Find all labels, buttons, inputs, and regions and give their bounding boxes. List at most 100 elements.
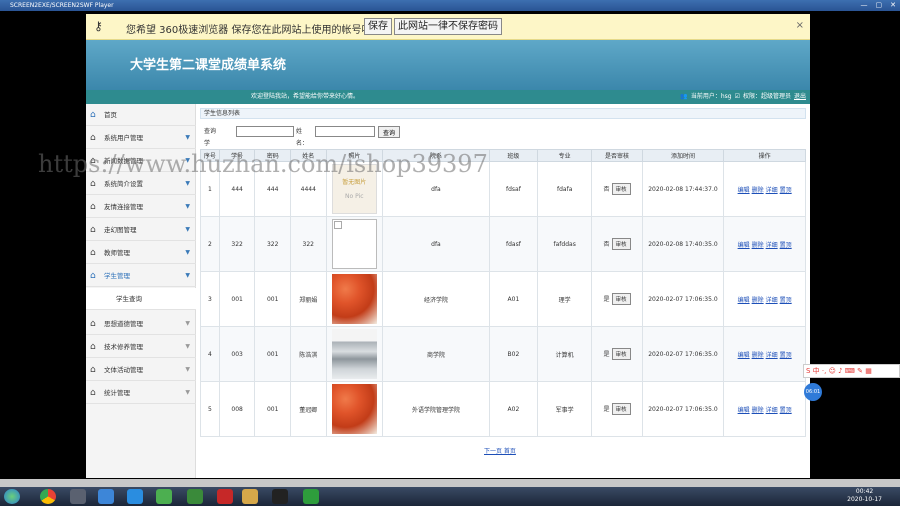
table-cell-xuehao: 001	[218, 271, 256, 327]
browser-page: ⚷ 您希望 360极速浏览器 保存您在此网站上使用的帐号吗? 保存 此网站一律不…	[86, 14, 810, 478]
detail-link[interactable]: 详细	[766, 187, 778, 194]
edit-link[interactable]: 编辑	[738, 297, 750, 304]
pin-link[interactable]: 置顶	[780, 352, 792, 359]
edit-link[interactable]: 编辑	[738, 407, 750, 414]
app-icon[interactable]	[70, 489, 86, 504]
folder-icon[interactable]	[242, 489, 258, 504]
pin-link[interactable]: 置顶	[780, 407, 792, 414]
pin-link[interactable]: 置顶	[780, 297, 792, 304]
audit-button[interactable]: 审核	[611, 293, 631, 305]
minimize-button[interactable]: —	[861, 0, 868, 11]
sidebar-item-skills[interactable]: ⌂ 技术修养管理 ▼	[86, 336, 196, 358]
current-user: 当前用户：hsg	[690, 93, 732, 100]
player-status-line	[0, 479, 900, 487]
app-icon[interactable]	[98, 489, 114, 504]
ime-toolbar[interactable]: S 中 ·, ☺ ♪ ⌨ ✎ ▦	[803, 364, 900, 378]
column-header: 是否审核	[591, 149, 643, 162]
window-titlebar: SCREEN2EXE/SCREEN2SWF Player — ▢ ✕	[0, 0, 900, 11]
column-header: 姓名	[289, 149, 327, 162]
sidebar-item-student-query[interactable]: 学生查询	[86, 288, 196, 310]
house-icon: ⌂	[90, 271, 96, 281]
audit-cell: 是审核	[591, 271, 643, 327]
player-icon[interactable]	[303, 489, 319, 504]
delete-link[interactable]: 删除	[752, 352, 764, 359]
maximize-button[interactable]: ▢	[876, 0, 883, 11]
student-photo	[331, 274, 377, 324]
edit-link[interactable]: 编辑	[738, 242, 750, 249]
sidebar-item-intro[interactable]: ⌂ 系统简介设置 ▼	[86, 173, 196, 195]
column-header: 序号	[200, 149, 220, 162]
sidebar-item-students[interactable]: ⌂ 学生管理 ▼	[86, 265, 196, 287]
chevron-down-icon: ▼	[185, 134, 190, 141]
table-cell-major: 军事学	[536, 381, 593, 437]
delete-link[interactable]: 删除	[752, 187, 764, 194]
edit-link[interactable]: 编辑	[738, 352, 750, 359]
audit-button[interactable]: 审核	[611, 348, 631, 360]
table-cell-no: 2	[200, 216, 220, 272]
column-header: 添加时间	[641, 149, 725, 162]
save-button[interactable]: 保存	[364, 18, 392, 35]
tray-clock[interactable]: 00:42 2020-10-17	[847, 488, 882, 504]
sidebar-item-stats[interactable]: ⌂ 统计管理 ▼	[86, 382, 196, 404]
xuehao-input[interactable]	[236, 126, 294, 137]
house-icon: ⌂	[90, 388, 96, 398]
logout-link[interactable]: 退出	[794, 90, 806, 104]
current-role: 权限：超级管理员	[742, 93, 791, 100]
qq-icon[interactable]	[272, 489, 288, 504]
table-cell-xuehao: 322	[218, 216, 256, 272]
user-icon: 👥	[680, 93, 688, 100]
browser-icon[interactable]	[127, 489, 143, 504]
chevron-down-icon: ▼	[185, 343, 190, 350]
chevron-down-icon: ▼	[185, 249, 190, 256]
start-button[interactable]	[4, 489, 20, 504]
detail-link[interactable]: 详细	[766, 242, 778, 249]
table-cell-no: 3	[200, 271, 220, 327]
sidebar-item-users[interactable]: ⌂ 系统用户管理 ▼	[86, 127, 196, 149]
sidebar-item-links[interactable]: ⌂ 友情连接管理 ▼	[86, 196, 196, 218]
sidebar-item-morality[interactable]: ⌂ 思想道德管理 ▼	[86, 313, 196, 335]
never-save-button[interactable]: 此网站一律不保存密码	[394, 18, 502, 35]
sidebar-item-teachers[interactable]: ⌂ 教师管理 ▼	[86, 242, 196, 264]
user-bar: 欢迎登陆我站，希望能给你带来好心情。 👥 当前用户：hsg ☑ 权限：超级管理员…	[86, 90, 810, 104]
audit-button[interactable]: 审核	[611, 403, 631, 415]
flash-icon[interactable]	[217, 489, 233, 504]
close-button[interactable]: ✕	[890, 0, 896, 11]
audit-status: 否	[603, 241, 610, 248]
table-cell-dept: 经济学院	[382, 271, 490, 327]
taskbar: 00:42 2020-10-17	[0, 487, 900, 506]
sidebar-item-home[interactable]: ⌂ 首页	[86, 104, 196, 126]
sidebar-item-slides[interactable]: ⌂ 走幻图管理 ▼	[86, 219, 196, 241]
home-icon: ⌂	[90, 110, 96, 120]
name-label: 姓名：	[296, 128, 309, 147]
audit-button[interactable]: 审核	[611, 238, 631, 250]
pin-link[interactable]: 置顶	[780, 242, 792, 249]
chevron-down-icon: ▼	[185, 272, 190, 279]
chrome-icon[interactable]	[40, 489, 56, 504]
delete-link[interactable]: 删除	[752, 297, 764, 304]
audit-status: 是	[603, 406, 610, 413]
table-cell-time: 2020-02-07 17:06:35.0	[641, 271, 725, 327]
pin-link[interactable]: 置顶	[780, 187, 792, 194]
column-header: 密码	[254, 149, 291, 162]
table-cell-major: fafddas	[536, 216, 593, 272]
delete-link[interactable]: 删除	[752, 242, 764, 249]
app-icon[interactable]	[156, 489, 172, 504]
sidebar-item-activities[interactable]: ⌂ 文体活动管理 ▼	[86, 359, 196, 381]
detail-link[interactable]: 详细	[766, 407, 778, 414]
welcome-text: 欢迎登陆我站，希望能给你带来好心情。	[251, 93, 360, 100]
tray-time: 00:42	[855, 488, 874, 495]
audit-cell: 否审核	[591, 216, 643, 272]
edit-link[interactable]: 编辑	[738, 187, 750, 194]
search-button[interactable]: 查询	[378, 126, 400, 138]
app-icon[interactable]	[187, 489, 203, 504]
detail-link[interactable]: 详细	[766, 352, 778, 359]
close-icon[interactable]: ×	[796, 20, 804, 31]
name-input[interactable]	[315, 126, 375, 137]
audit-button[interactable]: 审核	[611, 183, 631, 195]
table-cell-cls: fdsaf	[488, 161, 538, 217]
delete-link[interactable]: 删除	[752, 407, 764, 414]
pager[interactable]: 下一页 首页	[484, 446, 516, 455]
detail-link[interactable]: 详细	[766, 297, 778, 304]
main-content: 学生信息列表 查询 学号： 姓名： 查询 序号学号密码姓名照片院系班级专业是否审…	[198, 104, 810, 478]
sidebar-item-news[interactable]: ⌂ 新闻数据管理 ▼	[86, 150, 196, 172]
